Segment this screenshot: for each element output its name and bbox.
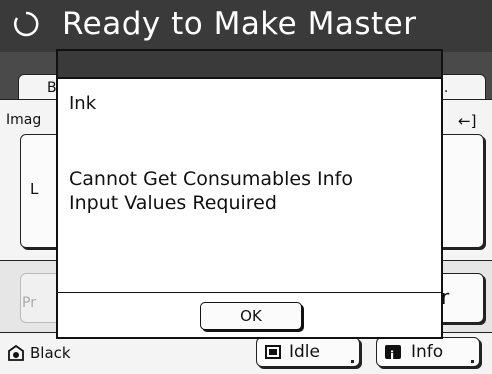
idle-button[interactable]: Idle xyxy=(256,337,360,367)
dialog-heading: Ink xyxy=(69,93,97,114)
left-disabled-button-label: Pr xyxy=(22,295,36,311)
left-box-label: L xyxy=(30,180,39,198)
return-arrow-icon: ←] xyxy=(458,112,477,130)
dialog-message-line2: Input Values Required xyxy=(69,192,277,214)
dialog-message: Cannot Get Consumables Info Input Values… xyxy=(69,167,353,215)
image-label: Imag xyxy=(6,112,42,128)
button-corner-dot xyxy=(351,360,354,363)
info-icon xyxy=(385,342,401,370)
header-bar: Ready to Make Master xyxy=(0,0,492,53)
idle-icon xyxy=(265,345,281,359)
ink-drum-icon xyxy=(8,344,24,361)
page-title: Ready to Make Master xyxy=(62,6,417,42)
info-button-label: Info xyxy=(411,342,444,362)
button-corner-dot xyxy=(471,360,474,363)
info-button[interactable]: Info xyxy=(376,337,480,370)
error-dialog: Ink Cannot Get Consumables Info Input Va… xyxy=(56,49,443,339)
status-circle-icon xyxy=(14,11,39,37)
idle-button-label: Idle xyxy=(289,342,320,362)
ok-button[interactable]: OK xyxy=(200,302,302,330)
dialog-footer: OK xyxy=(58,292,441,337)
ink-color-label: Black xyxy=(30,344,71,362)
dialog-titlebar xyxy=(58,51,441,79)
dialog-message-line1: Cannot Get Consumables Info xyxy=(69,168,353,190)
